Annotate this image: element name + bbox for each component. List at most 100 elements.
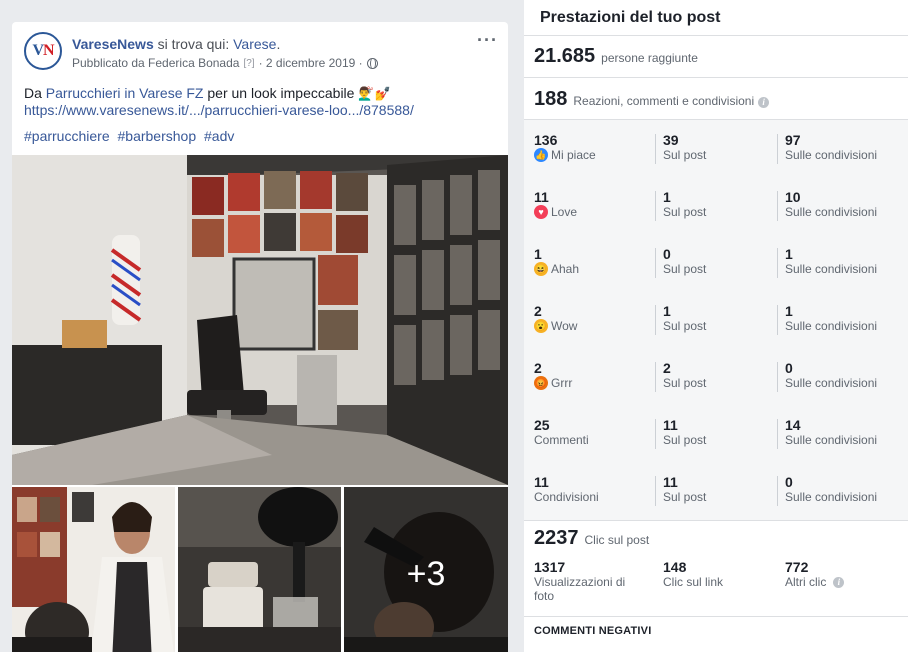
clicks-head: 2237 Clic sul post	[524, 521, 908, 559]
divider	[777, 419, 778, 449]
stat-num: 136	[534, 132, 558, 148]
stat-label: Sulle condivisioni	[785, 376, 878, 390]
text-page-link[interactable]: Parrucchieri in Varese FZ	[46, 85, 204, 101]
clicks-label-item: Altri clic	[785, 575, 827, 589]
stat-num: 2	[663, 360, 671, 376]
info-icon[interactable]: i	[833, 576, 845, 588]
avatar[interactable]: VN	[24, 32, 62, 70]
post-date[interactable]: · 2 dicembre 2019 ·	[259, 56, 363, 70]
clicks-section: 2237 Clic sul post 1317 Visualizzazioni d…	[524, 521, 908, 623]
info-icon[interactable]: i	[758, 97, 770, 108]
stat-row-love: 11 ♥ Love 1 Sul post 10 Sulle condivisioni	[524, 177, 908, 234]
divider	[655, 419, 656, 449]
stat-label: Sul post	[663, 433, 707, 447]
text-suffix: per un look impeccabile	[203, 85, 359, 101]
photo-thumbnail-more[interactable]: +3	[344, 487, 508, 652]
location-suffix: .	[276, 36, 281, 52]
text-emoji: 💇‍♂️💅	[358, 86, 391, 101]
clicks-num: 772	[785, 559, 809, 575]
stat-num: 0	[785, 360, 793, 376]
stat-num: 2	[534, 303, 542, 319]
divider	[777, 305, 778, 335]
stat-label: Sulle condivisioni	[785, 319, 878, 333]
stat-label: Sul post	[663, 376, 707, 390]
clicks-num: 148	[663, 559, 687, 575]
post-title-line: VareseNews si trova qui: Varese.	[72, 36, 280, 52]
divider	[777, 191, 778, 221]
hashtag-link[interactable]: #adv	[204, 128, 234, 144]
stat-label: Sul post	[663, 205, 707, 219]
stat-num: 11	[663, 417, 678, 433]
photo-thumbnail[interactable]	[178, 487, 341, 652]
post-url-link[interactable]: https://www.varesenews.it/.../parrucchie…	[24, 102, 414, 118]
barber-tools-image	[178, 487, 341, 652]
reach-value: 21.685	[534, 45, 596, 67]
reach-label: persone raggiunte	[601, 51, 698, 65]
wow-icon: 😮	[534, 319, 548, 333]
clicks-label-item: Clic sul link	[663, 575, 724, 589]
stat-label: Condivisioni	[534, 490, 599, 504]
stat-num: 1	[663, 303, 671, 319]
stat-label: Sulle condivisioni	[785, 148, 878, 162]
clicks-label-item: Visualizzazioni di foto	[534, 575, 626, 603]
stat-label: Love	[551, 205, 578, 219]
stat-num: 0	[663, 246, 671, 262]
stat-num: 39	[663, 132, 679, 148]
hashtag-link[interactable]: #barbershop	[118, 128, 197, 144]
stat-label: Sulle condivisioni	[785, 262, 878, 276]
clicks-grid: 1317 Visualizzazioni di foto 148 Clic sul …	[524, 559, 908, 623]
like-icon: 👍	[534, 148, 548, 162]
divider	[524, 616, 908, 617]
stat-row-like: 136 👍 Mi piace 39 Sul post 97 Sulle condivi…	[524, 120, 908, 177]
stat-label: Sul post	[663, 148, 707, 162]
stat-row-wow: 2 😮 Wow 1 Sul post 1 Sulle condivisioni	[524, 291, 908, 348]
stat-label: Sul post	[663, 319, 707, 333]
reach-row: 21.685 persone raggiunte	[524, 36, 908, 78]
clicks-value: 2237	[534, 527, 579, 549]
divider	[777, 248, 778, 278]
clicks-label: Clic sul post	[584, 533, 650, 547]
main-photo[interactable]	[12, 155, 508, 485]
more-options-icon[interactable]: ···	[477, 31, 498, 49]
stat-num: 11	[534, 474, 549, 490]
location-link[interactable]: Varese	[233, 36, 276, 52]
location-prefix: si trova qui:	[153, 36, 234, 52]
stat-num: 14	[785, 417, 801, 433]
text-prefix: Da	[24, 85, 46, 101]
divider	[655, 362, 656, 392]
photo-thumbnail[interactable]	[12, 487, 175, 652]
stat-num: 11	[534, 189, 549, 205]
post-card: VN VareseNews si trova qui: Varese. Pubb…	[12, 22, 508, 652]
hashtag-link[interactable]: #parrucchiere	[24, 128, 110, 144]
divider	[655, 248, 656, 278]
stat-row-haha: 1 😆 Ahah 0 Sul post 1 Sulle condivisioni	[524, 234, 908, 291]
stat-num: 97	[785, 132, 801, 148]
stat-row-shares: 11 Condivisioni 11 Sul post 0 Sulle condivi…	[524, 462, 908, 520]
reactions-breakdown: 136 👍 Mi piace 39 Sul post 97 Sulle condivi…	[524, 120, 908, 521]
stat-num: 1	[534, 246, 542, 262]
love-icon: ♥	[534, 205, 548, 219]
post-header: VN VareseNews si trova qui: Varese. Pubb…	[12, 22, 508, 82]
divider	[777, 362, 778, 392]
page-name-link[interactable]: VareseNews	[72, 36, 154, 52]
angry-icon: 😡	[534, 376, 548, 390]
stat-label: Mi piace	[551, 148, 596, 162]
stat-num: 10	[785, 189, 801, 205]
stat-row-comments: 25 Commenti 11 Sul post 14 Sulle condivisio…	[524, 405, 908, 462]
help-mark[interactable]: [?]	[243, 58, 254, 69]
divider	[777, 134, 778, 164]
divider	[777, 476, 778, 506]
post-text: Da Parrucchieri in Varese FZ per un look…	[24, 83, 494, 104]
stat-num: 0	[785, 474, 793, 490]
engagement-row: 188 Reazioni, commenti e condivisioni i	[524, 78, 908, 120]
stat-row-angry: 2 😡 Grrr 2 Sul post 0 Sulle condivisioni	[524, 348, 908, 405]
divider	[655, 476, 656, 506]
avatar-letter-n: N	[43, 42, 55, 59]
stat-label: Sulle condivisioni	[785, 490, 878, 504]
published-by: Pubblicato da Federica Bonada	[72, 56, 240, 70]
stat-num: 1	[663, 189, 671, 205]
more-photos-overlay[interactable]: +3	[344, 487, 508, 652]
negative-feedback-title: COMMENTI NEGATIVI	[534, 625, 652, 637]
divider	[655, 305, 656, 335]
stat-label: Ahah	[551, 262, 580, 276]
